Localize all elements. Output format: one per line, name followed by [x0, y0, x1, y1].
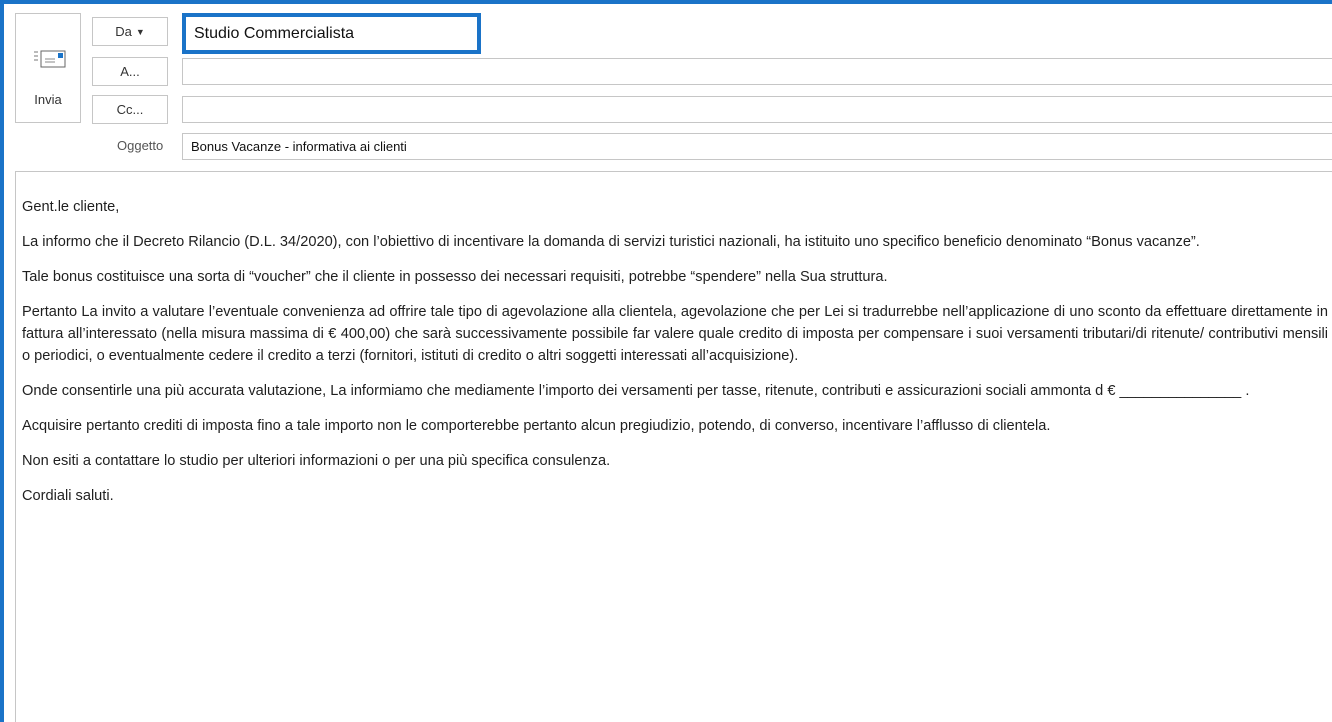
subject-field-value: Bonus Vacanze - informativa ai clienti [191, 139, 407, 154]
from-button[interactable]: Da ▼ [92, 17, 168, 46]
cc-button-label: Cc... [116, 102, 144, 117]
from-field-value: Studio Commercialista [194, 25, 355, 42]
body-paragraph: Acquisire pertanto crediti di imposta fi… [22, 418, 1051, 434]
to-field[interactable] [182, 58, 1332, 85]
from-field[interactable]: Studio Commercialista [182, 13, 481, 54]
send-button-label: Invia [34, 92, 62, 107]
to-button-label: A... [120, 64, 140, 79]
from-button-label: Da [115, 24, 132, 39]
body-paragraph: La informo che il Decreto Rilancio (D.L.… [22, 234, 1200, 250]
body-paragraph: Onde consentirle una più accurata valuta… [22, 383, 1250, 399]
body-paragraph: Tale bonus costituisce una sorta di “vou… [22, 269, 888, 285]
closing: Cordiali saluti. [22, 488, 114, 504]
message-body-text[interactable]: Gent.le cliente, La informo che il Decre… [22, 196, 1328, 520]
subject-label: Oggetto [117, 138, 164, 153]
cc-button[interactable]: Cc... [92, 95, 168, 124]
send-button[interactable]: Invia [15, 13, 81, 123]
body-paragraph: Non esiti a contattare lo studio per ult… [22, 453, 611, 469]
greeting: Gent.le cliente, [22, 199, 120, 215]
body-paragraph: Pertanto La invito a valutare l’eventual… [22, 304, 1328, 364]
caret-down-icon: ▼ [135, 27, 145, 37]
envelope-send-icon [33, 49, 67, 76]
to-button[interactable]: A... [92, 57, 168, 86]
cc-field[interactable] [182, 96, 1332, 123]
subject-field[interactable]: Bonus Vacanze - informativa ai clienti [182, 133, 1332, 160]
